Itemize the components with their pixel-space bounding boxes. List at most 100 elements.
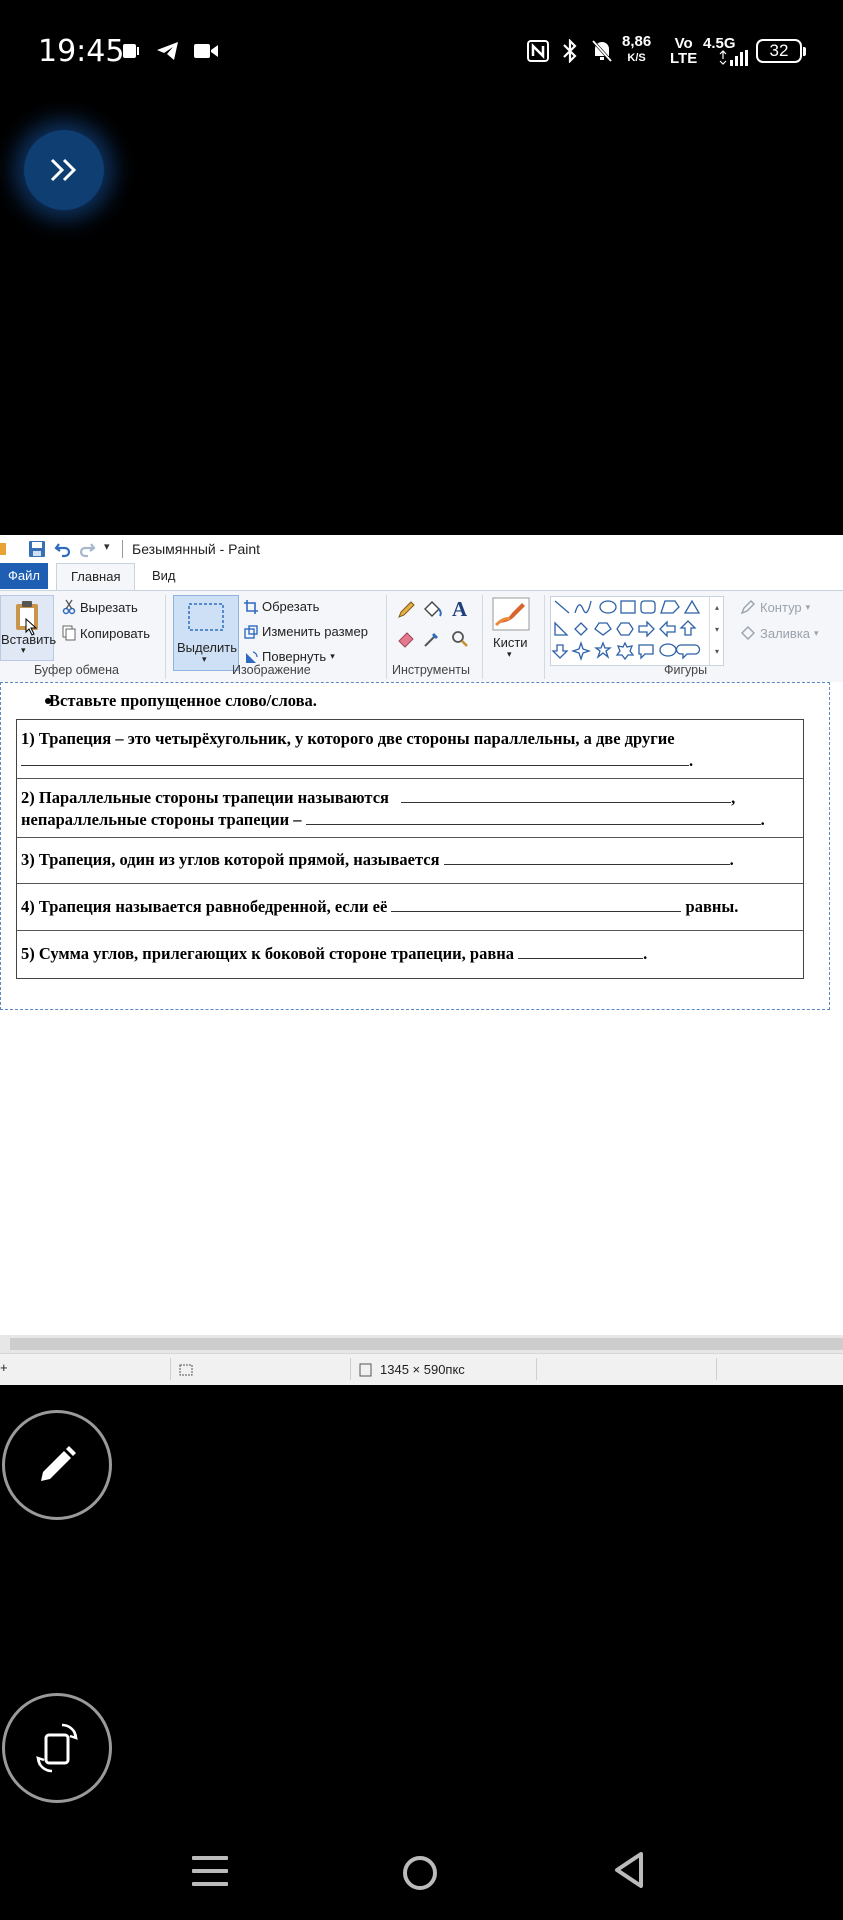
horizontal-scrollbar[interactable] [0,1335,843,1353]
status-bar: 19:45 8,86 K/S Vo LTE 4.5G 32 [0,0,843,105]
image-dimensions: 1345 × 590пкс [380,1362,465,1377]
questions-table: 1) Трапеция – это четырёхугольник, у кот… [16,719,804,979]
pencil-icon[interactable] [396,600,416,620]
eraser-icon[interactable] [396,629,416,649]
question-row-4: 4) Трапеция называется равнобедренной, е… [17,884,803,931]
net-speed-unit: K/S [627,52,646,64]
question-2-text-line2: непараллельные стороны трапеции – [21,810,302,829]
outline-button[interactable]: Контур ▾ [740,599,810,615]
answer-blank [518,944,644,959]
cut-label: Вырезать [80,599,138,615]
paint-window: ▾ Безымянный - Paint Файл Главная Вид Вс… [0,535,843,1385]
group-label-image: Изображение [232,663,311,677]
answer-blank [443,850,730,865]
answer-blank [21,751,689,766]
home-circle-icon [403,1856,437,1890]
mute-icon [590,38,614,64]
canvas-area[interactable]: Вставьте пропущенное слово/слова. 1) Тра… [0,682,843,1317]
copy-icon [62,625,76,641]
redo-icon[interactable] [78,540,96,558]
resize-icon [244,624,258,639]
undo-icon[interactable] [54,540,72,558]
double-chevron-right-icon [50,158,77,182]
back-button[interactable] [612,1850,646,1894]
volte-bottom: LTE [670,50,698,67]
question-4-text: 4) Трапеция называется равнобедренной, е… [21,897,388,916]
network-type: 4.5G [703,35,736,52]
fill-icon [741,626,755,640]
question-3-text: 3) Трапеция, один из углов которой прямо… [21,850,440,869]
resize-button[interactable]: Изменить размер [244,624,368,639]
net-speed-value: 8,86 [622,33,652,50]
ribbon-tabs: Файл Главная Вид [0,563,843,590]
cut-button[interactable]: Вырезать [62,599,138,615]
answer-blank [391,897,682,912]
quick-access-dropdown-icon[interactable]: ▾ [104,540,110,553]
nfc-icon [526,38,550,64]
cursor-position-icon: + [0,1360,8,1375]
question-1-text: 1) Трапеция – это четырёхугольник, у кот… [21,729,675,748]
tab-file[interactable]: Файл [0,563,48,589]
question-4-text-end: равны. [685,897,739,916]
shapes-icon [551,599,701,662]
paste-label: Вставить [1,632,57,647]
selection-size-icon [179,1364,193,1376]
brushes-button[interactable]: Кисти ▾ [488,595,534,661]
ribbon: Вставить ▾ Вырезать Копировать Буфер обм… [0,590,843,684]
select-dropdown-icon: ▾ [202,654,207,664]
scissors-icon [62,599,76,615]
back-triangle-icon [615,1852,643,1888]
floating-menu-button[interactable] [24,130,104,210]
brushes-label: Кисти [493,635,528,650]
paste-dropdown-icon: ▾ [21,645,26,655]
rotate-dropdown-icon: ▾ [330,651,335,661]
home-button[interactable] [402,1855,438,1895]
magnifier-icon[interactable] [450,629,470,649]
menu-lines-icon [192,1856,228,1886]
pasted-image-selection[interactable]: Вставьте пропущенное слово/слова. 1) Тра… [0,682,830,1010]
select-button[interactable]: Выделить ▾ [173,595,239,671]
shapes-gallery[interactable]: ▴ ▾ ▾ [550,596,724,666]
brushes-dropdown-icon: ▾ [507,649,512,659]
group-label-shapes: Фигуры [664,663,708,677]
color-picker-icon[interactable] [422,629,442,649]
rotate-screen-icon [36,1723,78,1773]
answer-blank [305,810,761,825]
copy-button[interactable]: Копировать [62,625,150,641]
save-icon[interactable] [28,540,46,558]
crop-icon [244,599,258,614]
resize-label: Изменить размер [262,624,368,639]
bluetooth-icon [560,38,580,64]
volte-top: Vo [674,35,693,52]
tab-home[interactable]: Главная [56,563,136,590]
paste-button[interactable]: Вставить ▾ [0,595,57,661]
question-row-3: 3) Трапеция, один из углов которой прямо… [17,838,803,884]
recent-apps-button[interactable] [192,1854,228,1892]
signal-icon [718,50,748,70]
edit-button[interactable] [2,1410,112,1520]
text-tool-icon[interactable]: A [452,597,467,622]
group-label-clipboard: Буфер обмена [34,663,119,677]
shapes-scroll[interactable]: ▴ ▾ ▾ [709,597,724,665]
fill-bucket-icon[interactable] [422,600,444,620]
net-speed: 8,86 K/S [622,34,651,66]
notification-icon [120,38,142,64]
question-5-text: 5) Сумма углов, прилегающих к боковой ст… [21,944,515,963]
rotate-button[interactable]: Повернуть ▾ [244,649,335,664]
select-label: Выделить [177,640,237,655]
image-size-icon [359,1363,372,1377]
tab-view[interactable]: Вид [138,563,190,589]
fill-button[interactable]: Заливка ▾ [740,625,819,641]
video-icon [193,38,219,64]
rotate-screen-button[interactable] [2,1693,112,1803]
crop-button[interactable]: Обрезать [244,599,319,614]
title-bar: ▾ Безымянный - Paint [0,535,843,563]
window-title: Безымянный - Paint [132,541,261,557]
instruction-text: Вставьте пропущенное слово/слова. [49,691,317,710]
clock: 19:45 [38,34,125,69]
telegram-icon [155,38,181,64]
scrollbar-thumb[interactable] [10,1338,843,1350]
pencil-icon [41,1446,76,1481]
battery-indicator: 32 [756,39,806,63]
paint-status-bar: + 1345 × 590пкс [0,1353,843,1385]
